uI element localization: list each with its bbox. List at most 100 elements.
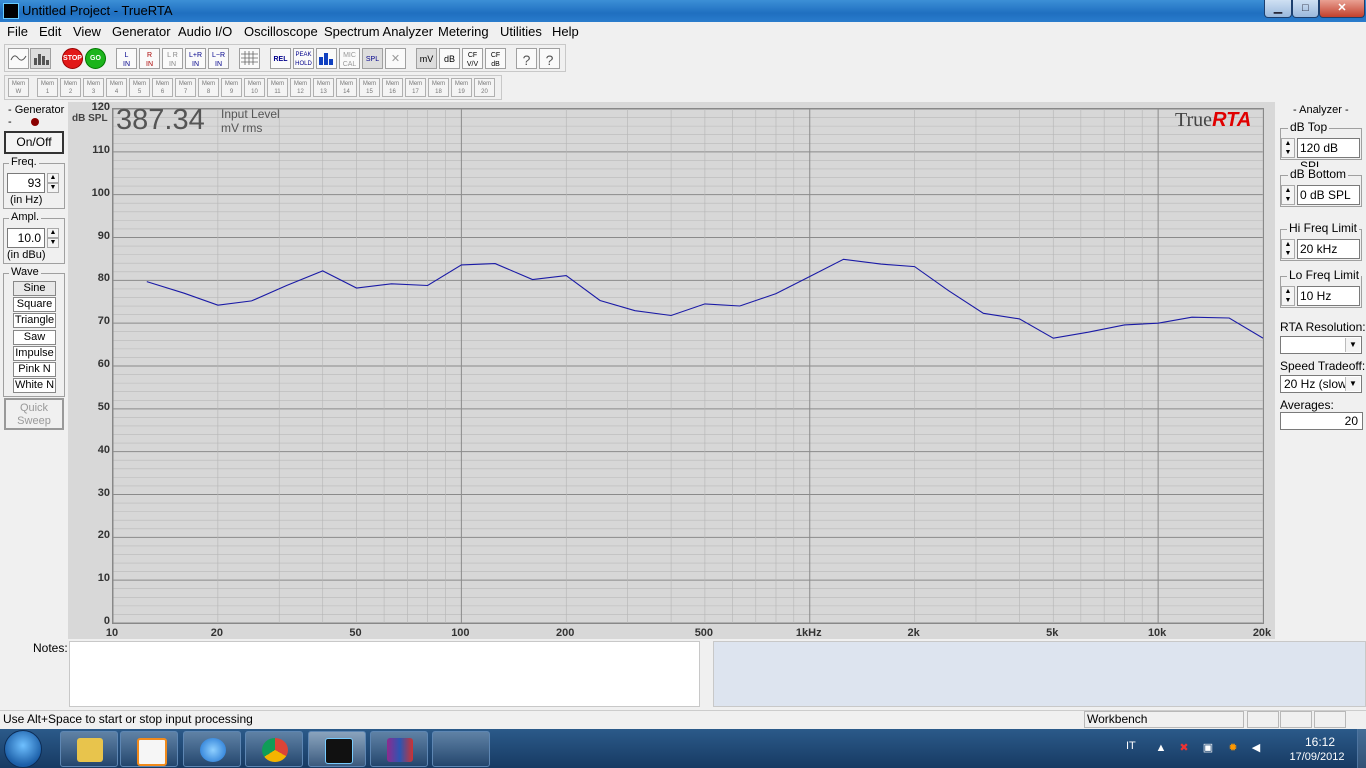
ampl-up-arrow-icon[interactable]: ▲ xyxy=(47,228,59,238)
bar-graph-icon[interactable] xyxy=(316,48,337,69)
lo-freq-field[interactable]: 10 Hz xyxy=(1297,286,1360,306)
menu-metering[interactable]: Metering xyxy=(438,24,489,39)
menu-utilities[interactable]: Utilities xyxy=(500,24,542,39)
memory-write-button[interactable]: Mem W xyxy=(8,78,29,97)
quick-sweep-button[interactable]: Quick Sweep xyxy=(4,398,64,430)
wave-square-button[interactable]: Square xyxy=(13,297,56,312)
taskbar-media-player[interactable] xyxy=(120,731,178,767)
lr-input-button[interactable]: L R IN xyxy=(162,48,183,69)
clock-time[interactable]: 16:12 xyxy=(1290,735,1350,749)
db-button[interactable]: dB xyxy=(439,48,460,69)
taskbar-internet-explorer[interactable] xyxy=(183,731,241,767)
memory-button[interactable]: Mem 19 xyxy=(451,78,472,97)
memory-button[interactable]: Mem 4 xyxy=(106,78,127,97)
wave-pink-noise-button[interactable]: Pink N xyxy=(13,362,56,377)
app-icon[interactable] xyxy=(3,3,19,19)
l-minus-r-input-button[interactable]: L−R IN xyxy=(208,48,229,69)
go-button[interactable]: GO xyxy=(85,48,106,69)
memory-button[interactable]: Mem 13 xyxy=(313,78,334,97)
memory-button[interactable]: Mem 2 xyxy=(60,78,81,97)
memory-button[interactable]: Mem 1 xyxy=(37,78,58,97)
chevron-down-icon[interactable]: ▼ xyxy=(1345,338,1360,352)
memory-button[interactable]: Mem 14 xyxy=(336,78,357,97)
volume-icon[interactable]: ◀ xyxy=(1249,741,1263,755)
averages-field[interactable]: 20 xyxy=(1280,412,1363,430)
left-input-button[interactable]: L IN xyxy=(116,48,137,69)
taskbar-explorer[interactable] xyxy=(60,731,118,767)
menu-audio-io[interactable]: Audio I/O xyxy=(178,24,232,39)
menu-generator[interactable]: Generator xyxy=(112,24,171,39)
maximize-button[interactable]: □ xyxy=(1292,0,1319,18)
input-language[interactable]: IT xyxy=(1126,740,1136,752)
wave-sine-button[interactable]: Sine xyxy=(13,281,56,296)
memory-button[interactable]: Mem 16 xyxy=(382,78,403,97)
db-top-spinner-icon[interactable]: ▲ ▼ xyxy=(1281,138,1295,158)
hi-freq-spinner-icon[interactable]: ▲ ▼ xyxy=(1281,239,1295,259)
ampl-down-arrow-icon[interactable]: ▼ xyxy=(47,238,59,248)
memory-button[interactable]: Mem 7 xyxy=(175,78,196,97)
grid-icon[interactable] xyxy=(239,48,260,69)
menu-oscilloscope[interactable]: Oscilloscope xyxy=(244,24,318,39)
taskbar-chrome[interactable] xyxy=(245,731,303,767)
oscilloscope-icon[interactable] xyxy=(8,48,29,69)
mv-button[interactable]: mV xyxy=(416,48,437,69)
speed-tradeoff-select[interactable]: 20 Hz (slow) ▼ xyxy=(1280,375,1362,393)
memory-button[interactable]: Mem 17 xyxy=(405,78,426,97)
context-help-button[interactable]: ? xyxy=(539,48,560,69)
memory-button[interactable]: Mem 5 xyxy=(129,78,150,97)
action-center-icon[interactable]: ✹ xyxy=(1226,741,1240,755)
help-button[interactable]: ? xyxy=(516,48,537,69)
l-plus-r-input-button[interactable]: L+R IN xyxy=(185,48,206,69)
crest-factor-vv-button[interactable]: CF V/V xyxy=(462,48,483,69)
show-desktop-button[interactable] xyxy=(1357,729,1366,768)
lo-freq-spinner-icon[interactable]: ▲ ▼ xyxy=(1281,286,1295,306)
generator-on-off-button[interactable]: On/Off xyxy=(4,131,64,154)
stop-button[interactable]: STOP xyxy=(62,48,83,69)
menu-file[interactable]: File xyxy=(7,24,28,39)
db-bottom-field[interactable]: 0 dB SPL xyxy=(1297,185,1360,205)
memory-button[interactable]: Mem 15 xyxy=(359,78,380,97)
crest-factor-db-button[interactable]: CF dB xyxy=(485,48,506,69)
wave-impulse-button[interactable]: Impulse xyxy=(13,346,56,361)
freq-input[interactable]: 93 xyxy=(7,173,45,193)
memory-button[interactable]: Mem 11 xyxy=(267,78,288,97)
mic-cal-button[interactable]: MIC CAL xyxy=(339,48,360,69)
relative-button[interactable]: REL xyxy=(270,48,291,69)
hi-freq-field[interactable]: 20 kHz xyxy=(1297,239,1360,259)
network-icon[interactable]: ✖ xyxy=(1177,741,1191,755)
taskbar-truerta[interactable] xyxy=(308,731,366,767)
peak-hold-button[interactable]: PEAK HOLD xyxy=(293,48,314,69)
taskbar-window[interactable] xyxy=(432,731,490,767)
memory-button[interactable]: Mem 8 xyxy=(198,78,219,97)
freq-up-arrow-icon[interactable]: ▲ xyxy=(47,173,59,183)
wave-saw-button[interactable]: Saw xyxy=(13,330,56,345)
memory-button[interactable]: Mem 3 xyxy=(83,78,104,97)
memory-button[interactable]: Mem 20 xyxy=(474,78,495,97)
notes-textarea[interactable] xyxy=(69,641,700,707)
menu-spectrum-analyzer[interactable]: Spectrum Analyzer xyxy=(324,24,433,39)
spectrum-icon[interactable] xyxy=(30,48,51,69)
db-bottom-spinner-icon[interactable]: ▲ ▼ xyxy=(1281,185,1295,205)
close-button[interactable]: ✕ xyxy=(1319,0,1365,18)
right-input-button[interactable]: R IN xyxy=(139,48,160,69)
db-top-field[interactable]: 120 dB SPL xyxy=(1297,138,1360,173)
clear-icon[interactable]: ✕ xyxy=(385,48,406,69)
rta-resolution-select[interactable]: ▼ xyxy=(1280,336,1362,354)
start-button[interactable] xyxy=(4,730,42,768)
menu-help[interactable]: Help xyxy=(552,24,579,39)
memory-button[interactable]: Mem 18 xyxy=(428,78,449,97)
wave-white-noise-button[interactable]: White N xyxy=(13,378,56,393)
memory-button[interactable]: Mem 6 xyxy=(152,78,173,97)
memory-button[interactable]: Mem 10 xyxy=(244,78,265,97)
menu-edit[interactable]: Edit xyxy=(39,24,61,39)
menu-view[interactable]: View xyxy=(73,24,101,39)
wave-triangle-button[interactable]: Triangle xyxy=(13,313,56,328)
minimize-button[interactable]: ▁ xyxy=(1264,0,1292,18)
spl-button[interactable]: SPL xyxy=(362,48,383,69)
device-icon[interactable]: ▣ xyxy=(1201,741,1215,755)
chevron-down-icon[interactable]: ▼ xyxy=(1345,377,1360,391)
freq-down-arrow-icon[interactable]: ▼ xyxy=(47,183,59,193)
memory-button[interactable]: Mem 9 xyxy=(221,78,242,97)
taskbar-winrar[interactable] xyxy=(370,731,428,767)
ampl-input[interactable]: 10.0 xyxy=(7,228,45,248)
